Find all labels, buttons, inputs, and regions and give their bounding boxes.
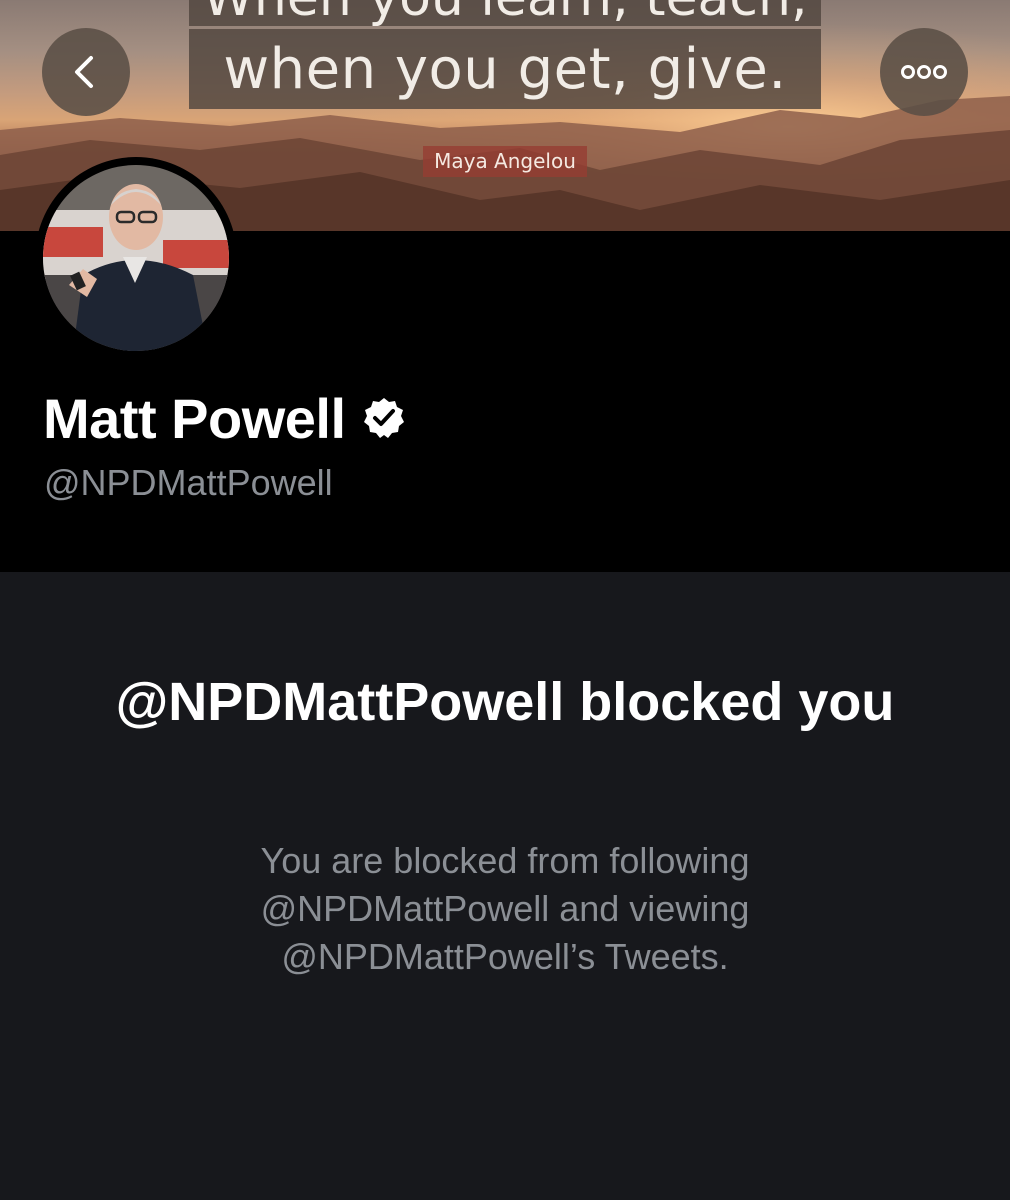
profile-name-row: Matt Powell bbox=[43, 386, 406, 450]
profile-handle: @NPDMattPowell bbox=[44, 462, 333, 503]
blocked-title: @NPDMattPowell blocked you bbox=[115, 672, 895, 732]
verified-badge-icon bbox=[362, 396, 406, 440]
more-options-button[interactable] bbox=[880, 28, 968, 116]
profile-page: When you learn, teach, when you get, giv… bbox=[0, 0, 1010, 1200]
blocked-notice-panel: @NPDMattPowell blocked you You are block… bbox=[0, 572, 1010, 1200]
blocked-description: You are blocked from following @NPDMattP… bbox=[260, 840, 750, 977]
chevron-left-icon bbox=[75, 56, 93, 88]
more-horizontal-icon bbox=[901, 65, 947, 79]
profile-display-name: Matt Powell bbox=[43, 386, 346, 450]
back-button[interactable] bbox=[42, 28, 130, 116]
avatar-photo bbox=[43, 165, 229, 351]
banner-quote-line-2: when you get, give. bbox=[189, 29, 821, 109]
banner-quote-line-1: When you learn, teach, bbox=[189, 0, 821, 26]
avatar[interactable] bbox=[35, 157, 237, 359]
banner-quote-attribution: Maya Angelou bbox=[423, 146, 587, 177]
